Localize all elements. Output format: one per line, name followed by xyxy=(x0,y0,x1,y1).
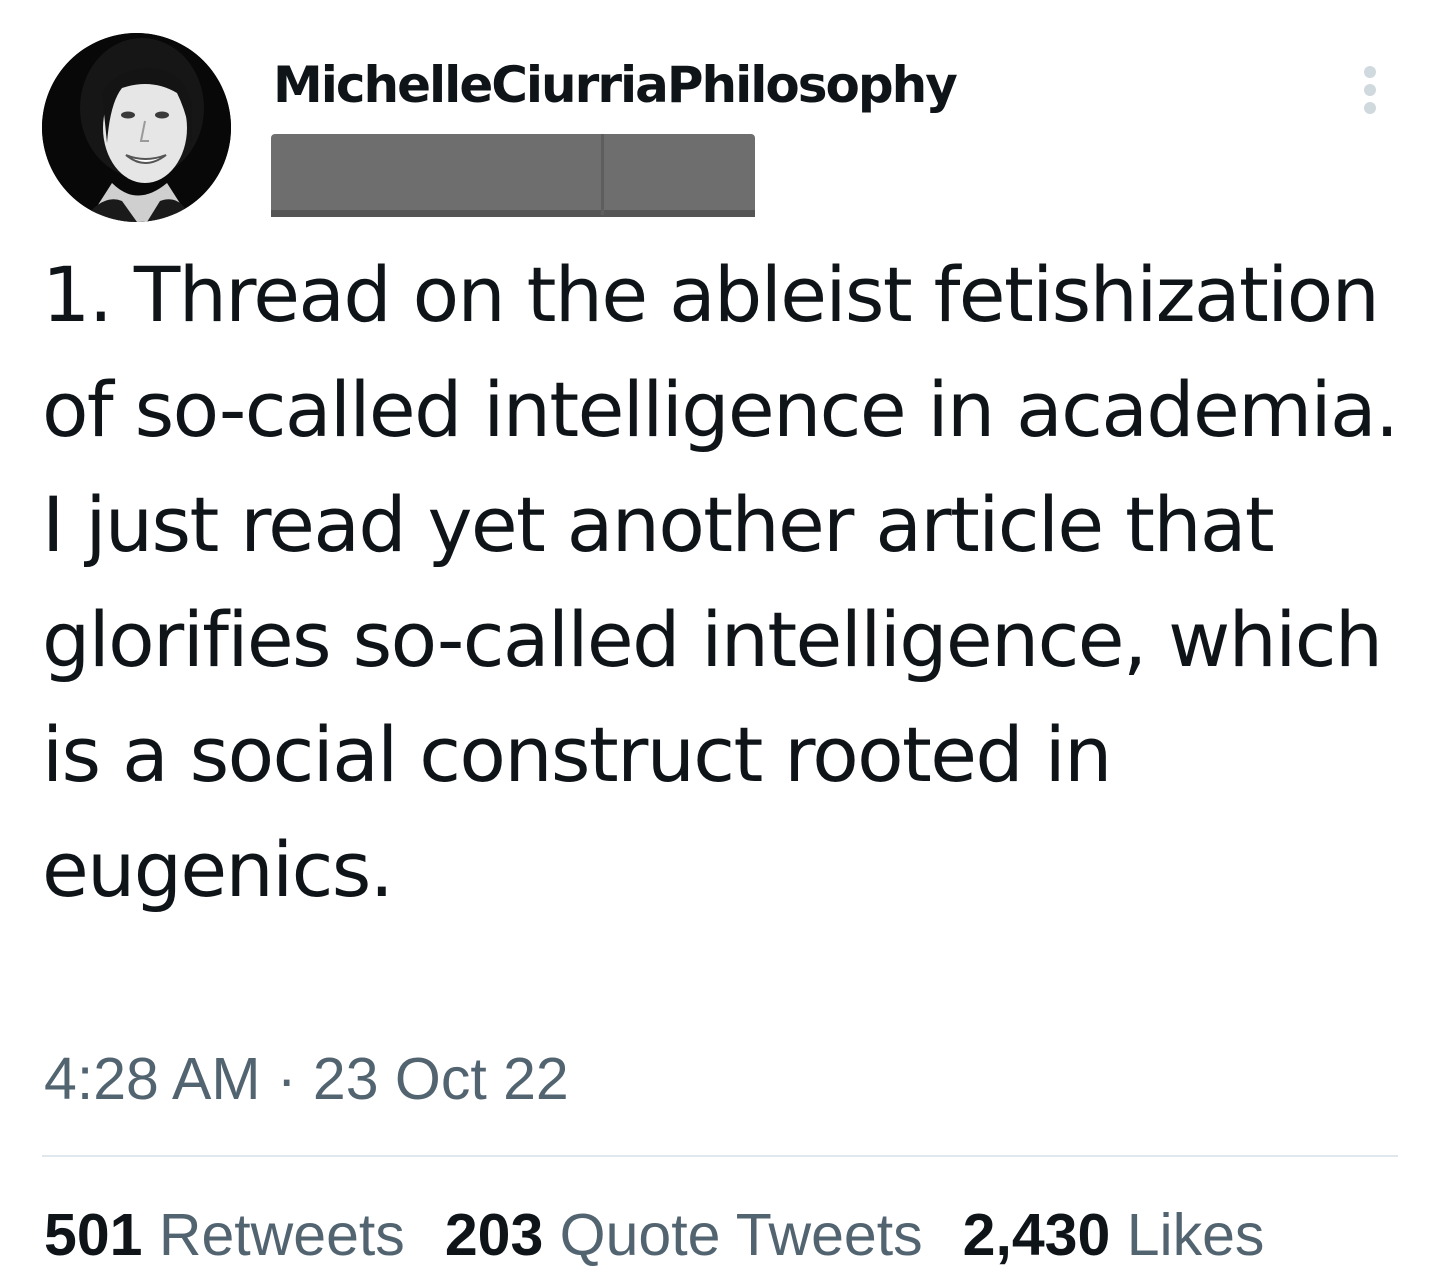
profile-photo-icon xyxy=(42,33,231,222)
tweet-text: 1. Thread on the ableist fetishization o… xyxy=(42,250,1399,914)
retweets-count: 501 xyxy=(44,1202,143,1268)
likes-stat[interactable]: 2,430 Likes xyxy=(963,1197,1265,1273)
more-options-button[interactable] xyxy=(1346,62,1394,118)
display-name[interactable]: MichelleCiurriaPhilosophy xyxy=(273,52,958,118)
quote-tweets-count: 203 xyxy=(444,1202,544,1268)
retweets-stat[interactable]: 501 Retweets xyxy=(44,1197,405,1273)
likes-count: 2,430 xyxy=(962,1202,1111,1268)
redacted-handle xyxy=(271,134,755,219)
tweet-date[interactable]: 23 Oct 22 xyxy=(313,1046,569,1112)
likes-label: Likes xyxy=(1126,1202,1265,1268)
timestamp-separator: · xyxy=(260,1046,313,1112)
more-vertical-icon xyxy=(1364,66,1376,114)
quote-tweets-stat[interactable]: 203 Quote Tweets xyxy=(445,1197,923,1273)
tweet-time[interactable]: 4:28 AM xyxy=(44,1046,260,1112)
tweet-stats: 501 Retweets 203 Quote Tweets 2,430 Likes xyxy=(44,1197,1264,1273)
retweets-label: Retweets xyxy=(158,1202,405,1268)
divider xyxy=(42,1155,1398,1157)
quote-tweets-label: Quote Tweets xyxy=(559,1202,923,1268)
avatar[interactable] xyxy=(42,33,231,222)
tweet-timestamp: 4:28 AM · 23 Oct 22 xyxy=(44,1044,569,1114)
